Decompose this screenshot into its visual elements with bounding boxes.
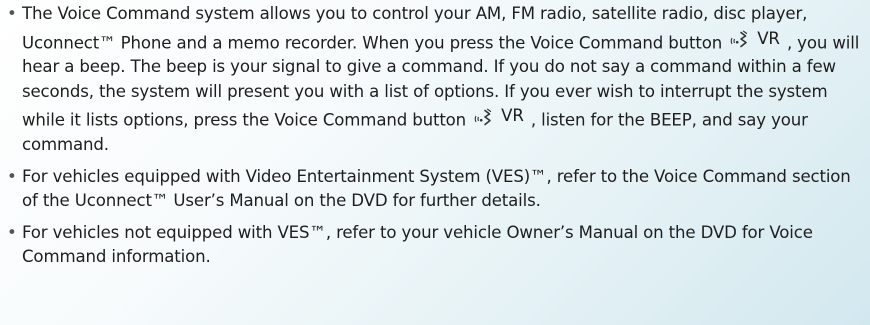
list-item-ves-not-equipped: • For vehicles not equipped with VES™, r… [6,221,864,270]
voice-command-button-label: VR [729,27,780,52]
voice-command-icon [730,30,748,48]
document-page: • The Voice Command system allows you to… [0,0,870,325]
voice-command-icon [474,108,492,125]
vr-label: VR [501,106,524,126]
bullet-marker: • [7,4,17,23]
bullet-marker: • [7,166,17,186]
list-item-text: For vehicles not equipped with VES™, ref… [22,222,813,267]
paragraph-part-1: The Voice Command system allows you to c… [22,4,808,52]
voice-command-button-label: VR [473,104,524,129]
list-item-ves-equipped: • For vehicles equipped with Video Enter… [6,165,864,214]
vr-label: VR [757,28,780,48]
list-item-voice-command-overview: • The Voice Command system allows you to… [6,2,864,158]
bullet-list: • The Voice Command system allows you to… [6,2,864,270]
list-item-text: For vehicles equipped with Video Enterta… [22,166,851,211]
bullet-marker: • [7,222,17,242]
